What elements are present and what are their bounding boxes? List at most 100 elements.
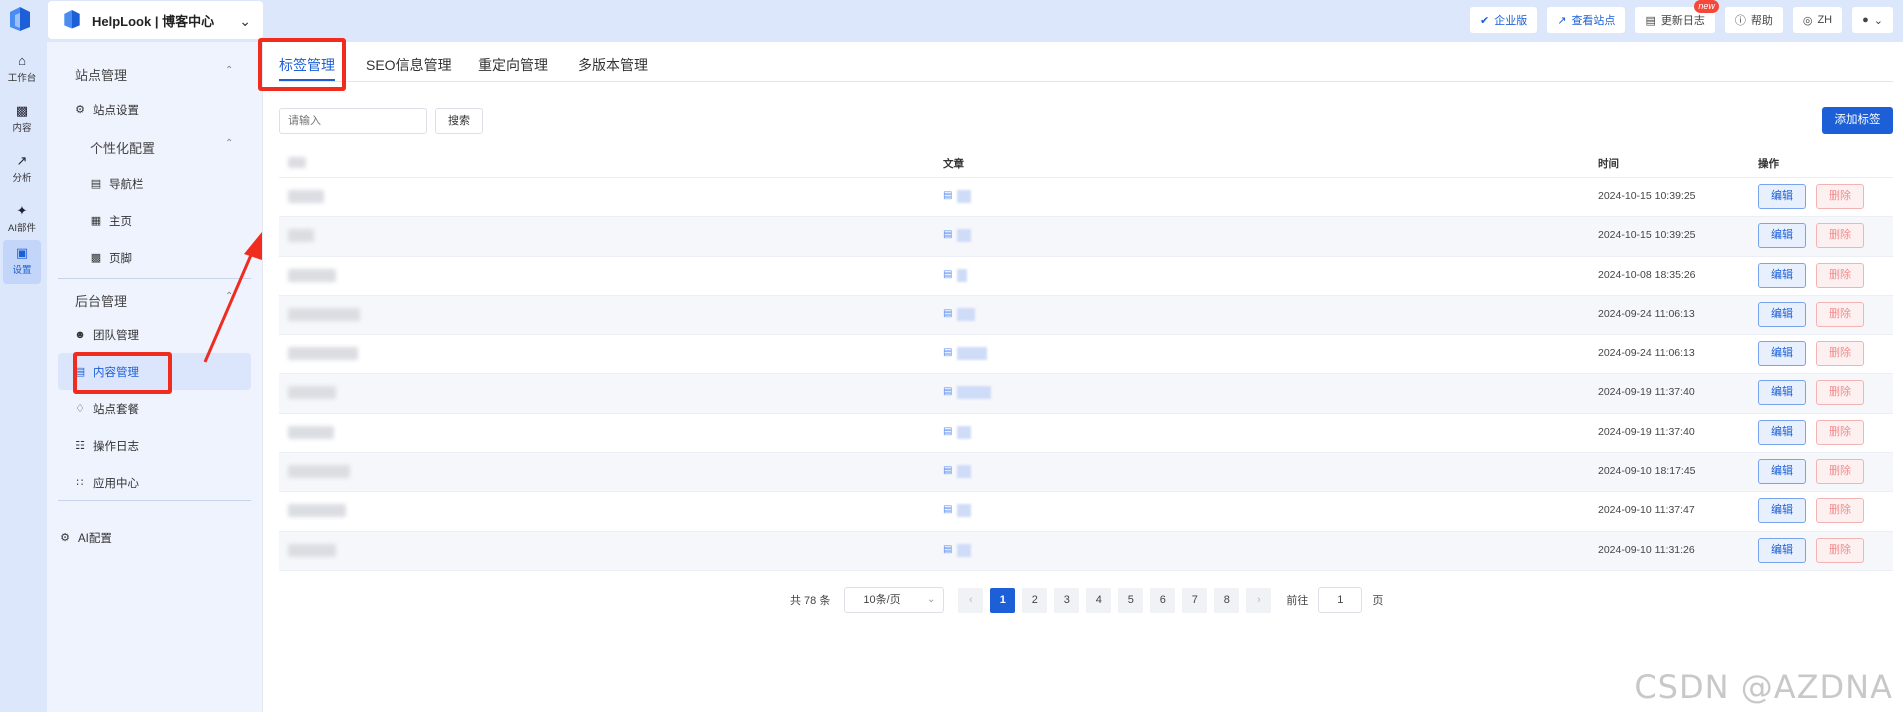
top-actions: ✔ 企业版 ↗ 查看站点 ▤ 更新日志 new ⓘ 帮助 ◎ ZH ● ⌄ [1470,0,1903,33]
rail-item-settings[interactable]: ▣ 设置 [3,240,41,284]
chevron-up-icon[interactable]: ⌃ [225,138,233,149]
article-link-redacted[interactable] [957,465,971,479]
chart-icon: ↗ [16,153,28,168]
sidebar-item-ai-config[interactable]: ⚙ AI配置 [58,519,251,556]
group-admin[interactable]: 后台管理 [75,291,127,310]
monitor-icon: ▣ [15,245,29,260]
enterprise-button[interactable]: ✔ 企业版 [1470,7,1538,33]
rail-item-analytics[interactable]: ↗ 分析 [3,148,41,192]
delete-button[interactable]: 删除 [1816,301,1864,327]
article-link-redacted[interactable] [957,425,971,439]
article-link-redacted[interactable] [957,307,975,321]
tag-header-redacted [288,157,306,168]
row-time: 2024-09-19 11:37:40 [1598,386,1695,399]
chevron-down-icon: ⌄ [1873,14,1883,27]
column-header-article: 文章 [943,158,964,170]
annotation-box-tab [258,38,346,91]
delete-button[interactable]: 删除 [1816,380,1864,406]
changelog-button[interactable]: ▤ 更新日志 new [1635,0,1719,33]
article-link-redacted[interactable] [957,504,971,518]
edit-button[interactable]: 编辑 [1758,341,1806,367]
navbar-icon: ▤ [90,177,102,190]
gear-icon: ⚙ [75,103,85,116]
tab-redirect[interactable]: 重定向管理 [478,55,548,75]
edit-button[interactable]: 编辑 [1758,380,1806,406]
delete-button[interactable]: 删除 [1816,223,1864,249]
page-5[interactable]: 5 [1118,587,1144,613]
page-7[interactable]: 7 [1182,587,1208,613]
view-site-button[interactable]: ↗ 查看站点 [1547,7,1626,33]
document-icon: ▤ [943,347,953,359]
tag-name-redacted [288,347,358,361]
chevron-down-icon: ⌄ [926,594,936,605]
help-button[interactable]: ⓘ 帮助 [1724,7,1783,33]
page-6[interactable]: 6 [1150,587,1176,613]
article-link-redacted[interactable] [957,190,971,203]
delete-button[interactable]: 删除 [1816,262,1864,288]
group-personalize[interactable]: 个性化配置 [90,138,155,157]
next-page-button[interactable]: › [1246,587,1272,613]
tag-name-redacted [288,190,324,203]
document-icon: ▤ [943,504,953,516]
delete-button[interactable]: 删除 [1816,498,1864,524]
goto-page-input[interactable]: 1 [1318,587,1363,613]
table-row: ▤ 2024-09-19 11:37:40 编辑 删除 [279,374,1893,414]
goto-prefix: 前往 [1286,595,1309,607]
add-tag-button[interactable]: 添加标签 [1822,107,1893,134]
table-row: ▤ 2024-09-10 11:31:26 编辑 删除 [279,531,1893,571]
prev-page-button[interactable]: ‹ [958,587,984,613]
helplook-logo-icon[interactable] [7,6,33,34]
table-row: ▤ 2024-10-15 10:39:25 编辑 删除 [279,178,1893,218]
delete-button[interactable]: 删除 [1816,459,1864,485]
delete-button[interactable]: 删除 [1816,537,1864,563]
delete-button[interactable]: 删除 [1816,341,1864,367]
row-time: 2024-09-24 11:06:13 [1598,307,1695,320]
page-1[interactable]: 1 [990,587,1016,613]
rail-label: 设置 [12,265,32,276]
rail-item-workbench[interactable]: ⌂ 工作台 [3,48,41,92]
group-site-management[interactable]: 站点管理 [75,65,127,84]
ai-widget-icon: ✦ [16,203,28,218]
sidebar-item-log[interactable]: ☷ 操作日志 [58,427,251,464]
page-4[interactable]: 4 [1086,587,1112,613]
delete-button[interactable]: 删除 [1816,184,1864,209]
edit-button[interactable]: 编辑 [1758,459,1806,485]
page-size-value: 10条/页 [863,594,901,606]
sidebar-item-plan[interactable]: ♢ 站点套餐 [58,390,251,427]
edit-button[interactable]: 编辑 [1758,498,1806,524]
home-icon: ⌂ [18,53,26,68]
page-8[interactable]: 8 [1214,587,1240,613]
search-input[interactable] [279,108,427,134]
chevron-down-icon: ⌄ [239,13,251,29]
article-link-redacted[interactable] [957,268,967,282]
sidebar-item-navbar[interactable]: ▤ 导航栏 [58,165,251,202]
article-link-redacted[interactable] [957,543,971,557]
edit-button[interactable]: 编辑 [1758,184,1806,209]
delete-button[interactable]: 删除 [1816,419,1864,445]
column-header-time: 时间 [1598,158,1619,170]
article-link-redacted[interactable] [957,229,971,243]
article-link-redacted[interactable] [957,386,991,400]
page-2[interactable]: 2 [1022,587,1048,613]
article-link-redacted[interactable] [957,347,987,361]
page-size-select[interactable]: 10条/页 ⌄ [844,587,945,613]
chevron-up-icon[interactable]: ⌃ [225,65,233,76]
rail-item-ai-widget[interactable]: ✦ AI部件 [3,198,41,242]
edit-button[interactable]: 编辑 [1758,262,1806,288]
sidebar-item-apps[interactable]: ∷ 应用中心 [58,464,251,501]
user-menu-button[interactable]: ● ⌄ [1852,7,1893,33]
edit-button[interactable]: 编辑 [1758,223,1806,249]
edit-button[interactable]: 编辑 [1758,419,1806,445]
page-3[interactable]: 3 [1054,587,1080,613]
sidebar-item-site-settings[interactable]: ⚙ 站点设置 [58,91,251,128]
rail-item-content[interactable]: ▩ 内容 [3,98,41,142]
edit-button[interactable]: 编辑 [1758,537,1806,563]
search-button[interactable]: 搜索 [435,108,483,134]
language-button[interactable]: ◎ ZH [1792,7,1843,33]
edit-button[interactable]: 编辑 [1758,301,1806,327]
tab-versions[interactable]: 多版本管理 [578,55,648,75]
tab-seo[interactable]: SEO信息管理 [366,55,452,75]
site-switcher[interactable]: HelpLook | 博客中心 ⌄ [48,1,263,39]
sidebar-item-label: 站点套餐 [93,403,139,416]
table-row: ▤ 2024-10-15 10:39:25 编辑 删除 [279,217,1893,257]
